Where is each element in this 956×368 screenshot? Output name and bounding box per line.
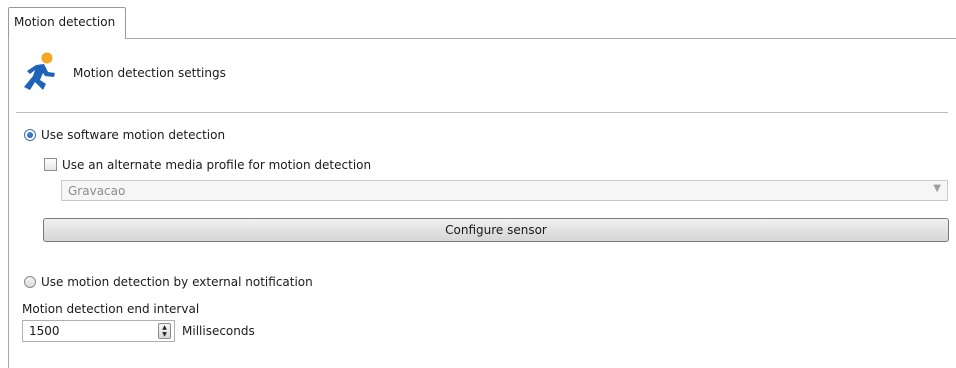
profile-select[interactable]: Gravacao ▼: [61, 180, 948, 201]
page-title: Motion detection settings: [73, 66, 226, 80]
tab-strip-border: [125, 38, 956, 39]
alt-profile-label: Use an alternate media profile for motio…: [62, 158, 372, 172]
profile-select-value: Gravacao: [68, 184, 126, 198]
software-detection-radio[interactable]: [24, 129, 36, 141]
external-detection-label: Use motion detection by external notific…: [41, 275, 313, 289]
spinner-arrows-icon[interactable]: ▲ ▼: [158, 323, 171, 339]
alt-profile-checkbox[interactable]: [44, 158, 57, 171]
configure-sensor-button[interactable]: Configure sensor: [43, 218, 949, 242]
end-interval-label: Motion detection end interval: [22, 302, 200, 316]
end-interval-unit: Milliseconds: [182, 324, 255, 338]
tab-label: Motion detection: [14, 15, 116, 29]
external-detection-radio[interactable]: [24, 276, 36, 288]
tab-motion-detection[interactable]: Motion detection: [8, 7, 126, 39]
software-detection-label: Use software motion detection: [41, 128, 226, 142]
pane-left-border: [8, 38, 9, 368]
end-interval-spinbox[interactable]: 1500 ▲ ▼: [22, 320, 175, 342]
end-interval-value: 1500: [29, 324, 60, 338]
chevron-down-icon: ▼: [933, 183, 941, 194]
header-separator: [16, 112, 948, 113]
running-man-icon: [24, 52, 55, 90]
